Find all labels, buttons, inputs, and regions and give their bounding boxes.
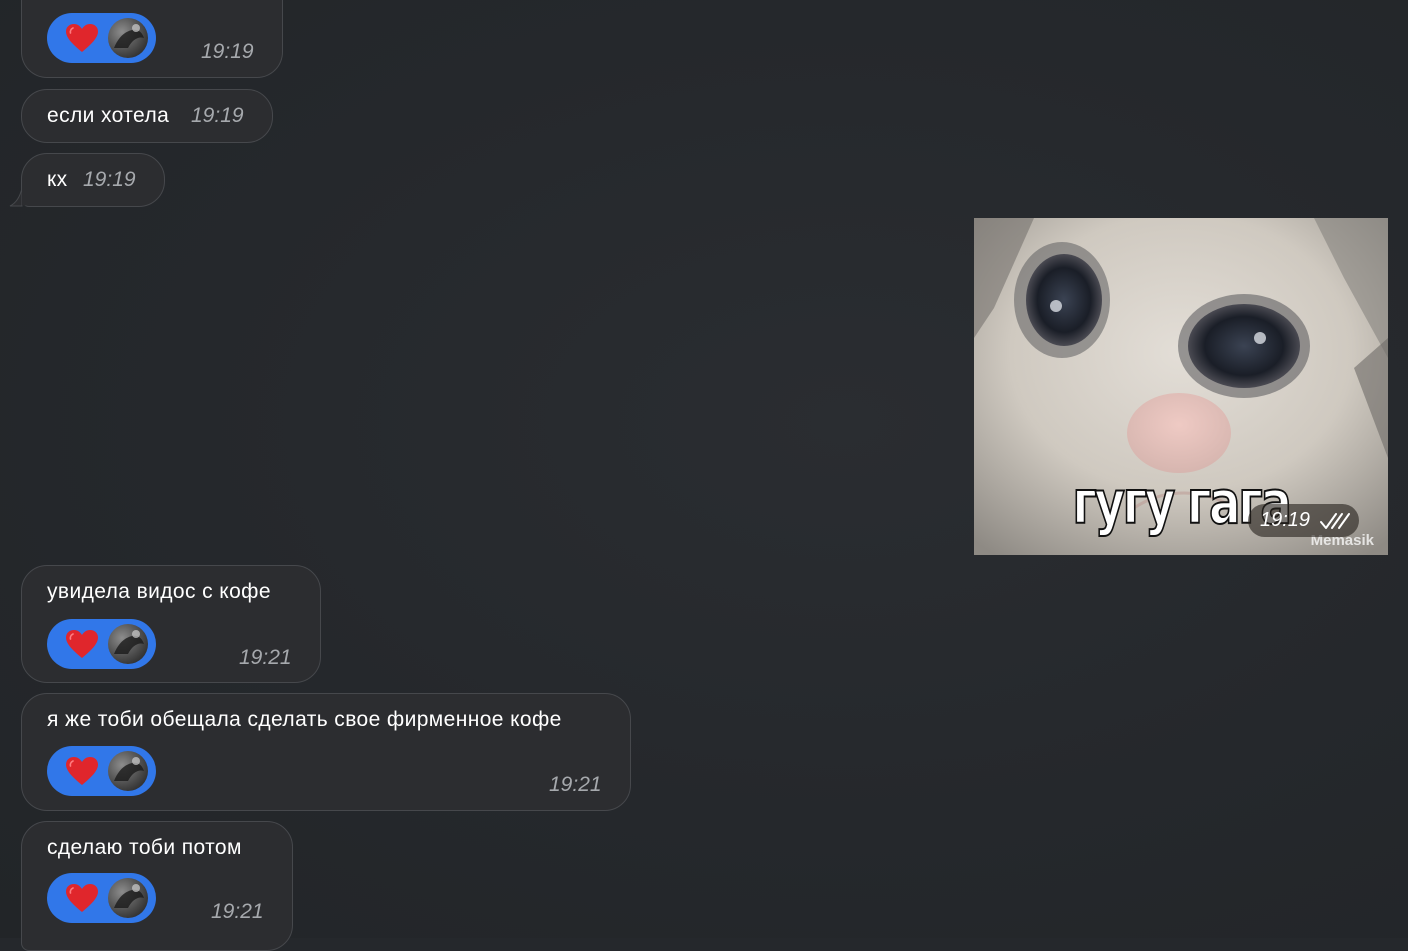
message-time: 19:19 bbox=[201, 40, 254, 63]
reaction-chip[interactable] bbox=[47, 619, 156, 669]
message-time: 19:19 bbox=[83, 168, 136, 191]
reaction-chip[interactable] bbox=[47, 13, 156, 63]
message-bubble[interactable]: кх 19:19 bbox=[21, 153, 165, 207]
image-time-badge: 19:19 bbox=[1248, 504, 1359, 537]
avatar bbox=[108, 624, 148, 664]
message-bubble[interactable]: сделаю тоби потом 19:21 bbox=[21, 821, 293, 951]
message-text: если хотела bbox=[47, 104, 170, 127]
message-bubble[interactable]: я же тоби обещала сделать свое фирменное… bbox=[21, 693, 631, 811]
message-time: 19:21 bbox=[549, 773, 602, 796]
heart-icon bbox=[66, 24, 98, 52]
heart-icon bbox=[66, 630, 98, 658]
message-text: увидела видос с кофе bbox=[47, 580, 271, 603]
message-text: я же тоби обещала сделать свое фирменное… bbox=[47, 708, 562, 731]
bubble-tail bbox=[9, 188, 27, 207]
message-text: сделаю тоби потом bbox=[47, 836, 242, 859]
reaction-chip[interactable] bbox=[47, 873, 156, 923]
avatar bbox=[108, 18, 148, 58]
message-time: 19:19 bbox=[1260, 509, 1311, 531]
message-time: 19:21 bbox=[211, 900, 264, 923]
avatar bbox=[108, 751, 148, 791]
heart-icon bbox=[66, 757, 98, 785]
message-time: 19:21 bbox=[239, 646, 292, 669]
message-bubble[interactable]: если хотела 19:19 bbox=[21, 89, 273, 143]
heart-icon bbox=[66, 884, 98, 912]
message-bubble[interactable]: увидела видос с кофе 19:21 bbox=[21, 565, 321, 683]
message-bubble[interactable]: 19:19 bbox=[21, 0, 283, 78]
avatar bbox=[108, 878, 148, 918]
reaction-chip[interactable] bbox=[47, 746, 156, 796]
image-message[interactable]: гугу гага Memasik 19:19 bbox=[974, 218, 1388, 555]
double-check-icon bbox=[1320, 513, 1350, 529]
message-time: 19:19 bbox=[191, 104, 244, 127]
message-text: кх bbox=[47, 168, 68, 191]
